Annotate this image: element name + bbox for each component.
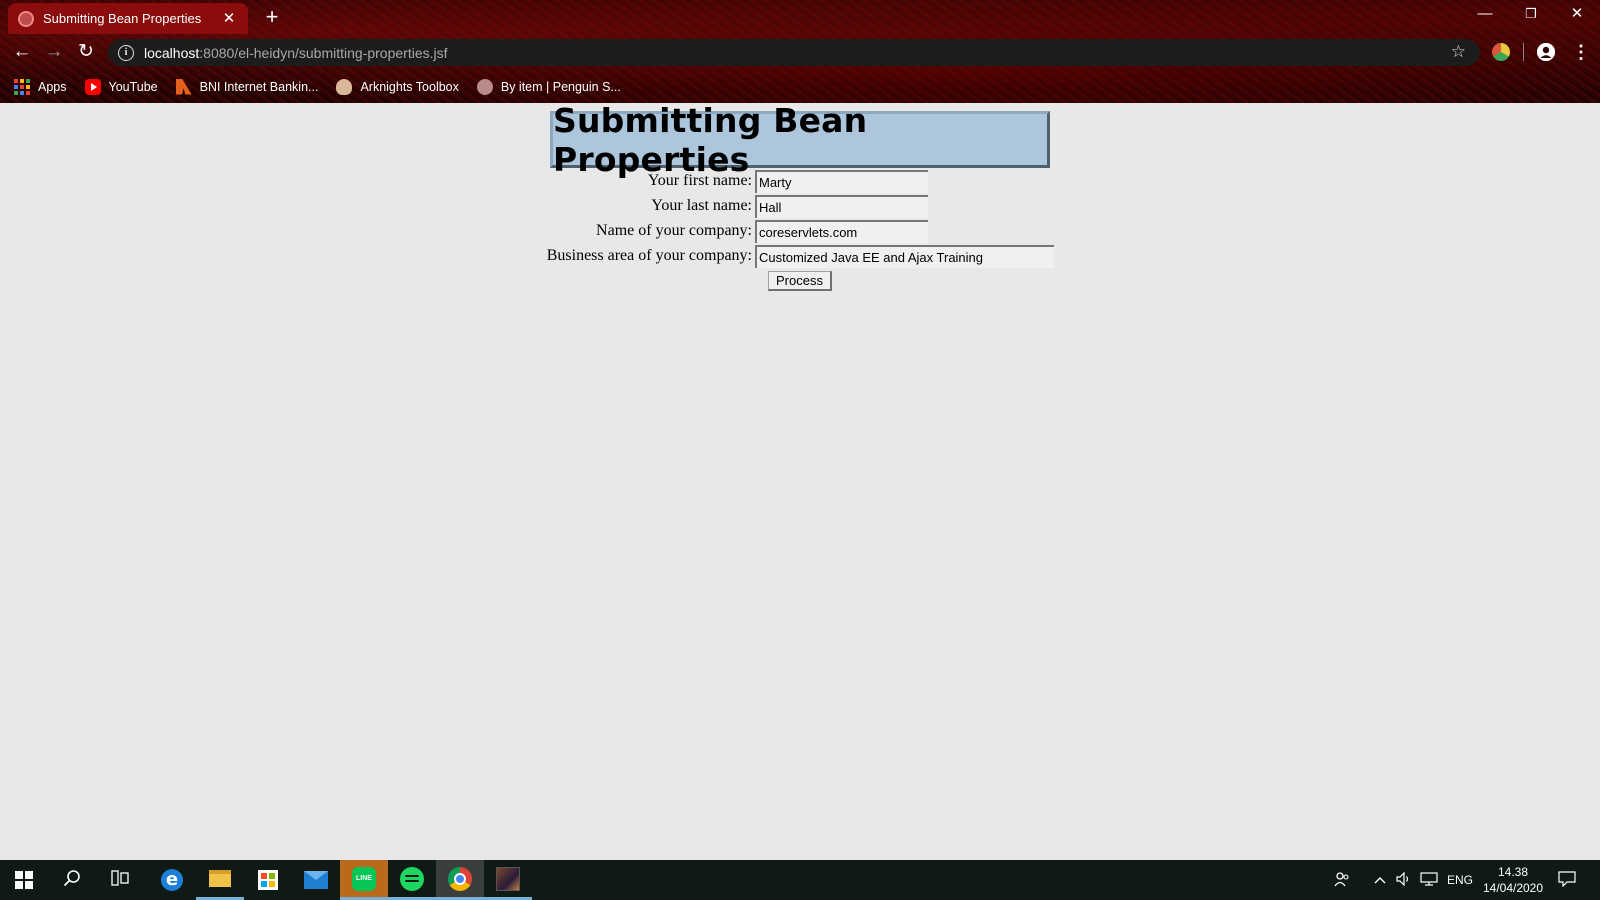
new-tab-button[interactable]: + [260,6,284,30]
taskbar-store[interactable] [244,860,292,900]
bookmarks-bar: Apps YouTube BNI Internet Bankin... Arkn… [0,70,1600,103]
back-arrow-icon[interactable]: ← [9,40,35,64]
bookmark-label: By item | Penguin S... [500,79,621,94]
bookmark-star-icon[interactable]: ☆ [1451,42,1466,62]
taskbar-line[interactable]: LINE [340,860,388,900]
taskbar-game[interactable] [484,860,532,900]
language-indicator[interactable]: ENG [1447,860,1473,900]
mail-icon [304,871,328,889]
profile-avatar-icon[interactable] [1537,43,1555,61]
business-area-label: Business area of your company: [546,247,752,264]
chrome-icon [448,866,472,891]
bookmark-label: Apps [38,79,67,94]
page-title-box: Submitting Bean Properties [550,101,1050,179]
folder-icon [209,870,231,887]
bni-icon [175,78,192,95]
task-view-button[interactable] [96,860,144,900]
clock-time: 14.38 [1497,865,1529,879]
tray-overflow-button[interactable] [1374,860,1386,900]
form-row-first-name: Your first name: [0,170,1600,193]
clock-date: 14/04/2020 [1482,881,1544,895]
bookmark-bni[interactable]: BNI Internet Bankin... [175,78,319,95]
restore-button[interactable]: ❐ [1508,0,1554,30]
address-bar[interactable]: i localhost:8080/el-heidyn/submitting-pr… [108,39,1480,66]
browser-toolbar: ← → ↻ i localhost:8080/el-heidyn/submitt… [0,34,1600,70]
window-close-button[interactable]: ✕ [1554,0,1600,30]
form-row-last-name: Your last name: [0,195,1600,218]
youtube-icon [84,78,101,95]
site-info-icon[interactable]: i [118,44,134,61]
arknights-icon [336,78,353,95]
people-button[interactable] [1334,860,1350,900]
reload-icon[interactable]: ↻ [73,40,99,64]
tab-title: Submitting Bean Properties [43,11,202,26]
start-button[interactable] [0,860,48,900]
people-icon [1334,871,1350,890]
notification-icon [1558,870,1576,890]
bookmark-youtube[interactable]: YouTube [84,78,158,95]
network-button[interactable] [1420,860,1438,900]
network-icon [1420,871,1438,889]
penguin-icon [476,78,493,95]
forward-arrow-icon[interactable]: → [41,40,67,64]
bookmark-penguin[interactable]: By item | Penguin S... [476,78,621,95]
apps-grid-icon [14,78,30,95]
spotify-icon [400,866,424,891]
first-name-field[interactable] [755,170,928,193]
taskbar-chrome[interactable] [436,860,484,900]
taskbar-spotify[interactable] [388,860,436,900]
search-icon [63,869,81,892]
bookmark-label: YouTube [108,79,158,94]
minimize-button[interactable]: — [1462,0,1508,30]
taskbar-file-explorer[interactable] [196,860,244,900]
game-app-icon [496,866,520,891]
tab-active[interactable]: Submitting Bean Properties ✕ [8,3,248,34]
form-row-business-area: Business area of your company: [0,245,1600,268]
task-view-icon [111,869,129,891]
toolbar-divider [1523,43,1524,61]
bookmark-arknights[interactable]: Arknights Toolbox [336,78,459,95]
first-name-label: Your first name: [647,172,752,189]
chevron-up-icon [1374,873,1386,887]
bookmark-label: BNI Internet Bankin... [199,79,319,94]
windows-logo-icon [15,871,33,889]
last-name-field[interactable] [755,195,928,218]
volume-button[interactable] [1396,860,1412,900]
tab-strip: Submitting Bean Properties ✕ + — ❐ ✕ [0,0,1600,34]
bookmark-apps[interactable]: Apps [14,78,67,95]
notification-center-button[interactable] [1558,860,1576,900]
browser-chrome: Submitting Bean Properties ✕ + — ❐ ✕ ← →… [0,0,1600,103]
page-favicon-icon [18,10,34,27]
taskbar-mail[interactable] [292,860,340,900]
taskbar-edge[interactable]: e [148,860,196,900]
line-app-icon: LINE [352,866,376,891]
page-title: Submitting Bean Properties [553,100,868,179]
company-name-field[interactable] [755,220,928,243]
menu-kebab-icon[interactable]: ⋮ [1572,39,1590,65]
taskbar-clock[interactable]: 14.38 14/04/2020 [1478,864,1548,896]
url-host: localhost [144,44,200,61]
close-icon[interactable]: ✕ [220,10,238,28]
search-button[interactable] [48,860,96,900]
windows-taskbar: e LINE ENG 14.38 14/04/2020 [0,860,1600,900]
last-name-label: Your last name: [651,197,752,214]
volume-icon [1396,871,1412,889]
form-row-company-name: Name of your company: [0,220,1600,243]
bookmark-label: Arknights Toolbox [360,79,459,94]
edge-browser-icon: e [161,869,183,891]
business-area-field[interactable] [755,245,1054,268]
process-button[interactable]: Process [768,271,832,291]
store-bag-icon [258,870,278,890]
url-path: :8080/el-heidyn/submitting-properties.js… [199,44,448,61]
extension-icon[interactable] [1492,43,1510,61]
page-content: Submitting Bean Properties Your first na… [0,101,1600,860]
company-name-label: Name of your company: [596,222,752,239]
